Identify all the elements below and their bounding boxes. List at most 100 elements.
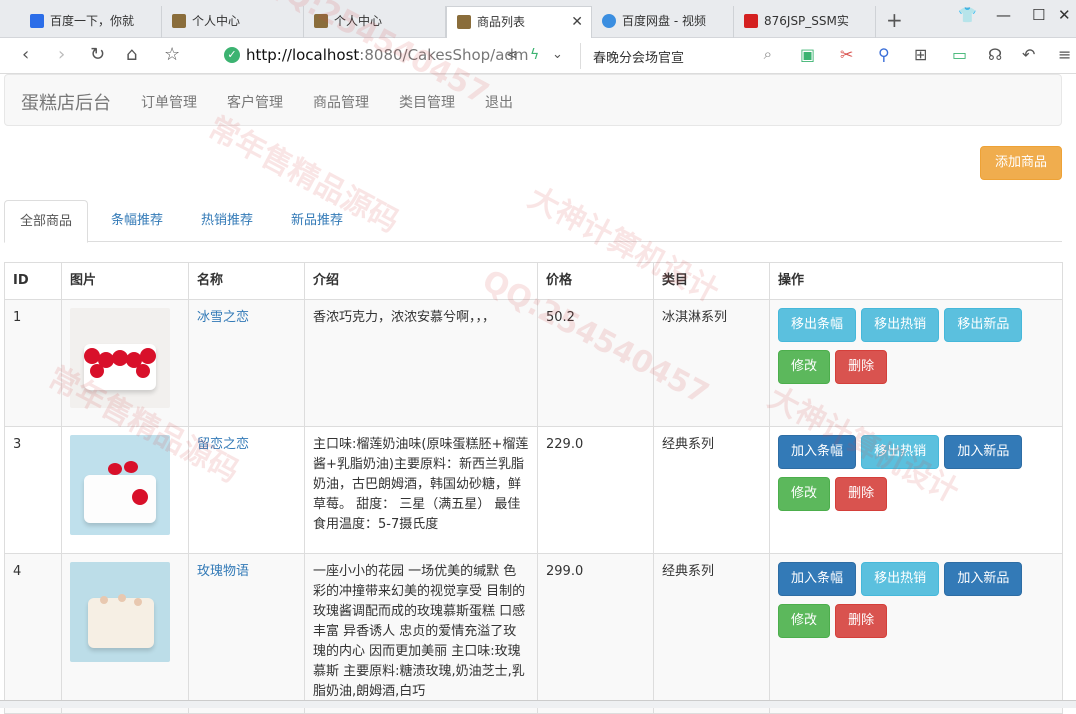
product-image[interactable]: [70, 435, 170, 535]
remove-hot-button[interactable]: 移出热销: [861, 562, 940, 596]
battery-icon[interactable]: ▭: [952, 45, 967, 64]
add-product-button[interactable]: 添加商品: [980, 146, 1062, 180]
delete-button[interactable]: 删除: [835, 604, 888, 638]
delete-button[interactable]: 删除: [835, 350, 888, 384]
skin-icon[interactable]: 👕: [958, 6, 977, 24]
admin-navbar: 蛋糕店后台 订单管理 客户管理 商品管理 类目管理 退出: [4, 74, 1062, 126]
cell-intro: 香浓巧克力，浓浓安慕兮啊，，，: [304, 299, 538, 427]
cell-name: 留恋之恋: [188, 426, 305, 554]
undo-icon[interactable]: ↶: [1022, 45, 1035, 64]
table-row: 4 玫瑰物语 一座小小的花园 一场优美的缄默 色彩的冲撞带来幻美的视觉享受 目制…: [4, 553, 1063, 714]
tab-title: 百度网盘 - 视频: [622, 14, 706, 28]
cell-image: [61, 299, 189, 427]
cell-image: [61, 553, 189, 714]
product-filter-tabs: 全部商品 条幅推荐 热销推荐 新品推荐: [4, 200, 1062, 243]
minimize-icon[interactable]: —: [996, 6, 1011, 24]
product-name-link[interactable]: 留恋之恋: [197, 437, 249, 452]
browser-tab-personal-center-2[interactable]: 个人中心: [304, 6, 446, 38]
close-tab-icon[interactable]: ✕: [571, 7, 583, 37]
search-box[interactable]: 春晚分会场官宣 ⌕: [580, 43, 780, 69]
cell-id: 4: [4, 553, 62, 714]
nav-logout[interactable]: 退出: [485, 92, 513, 112]
nav-customer-management[interactable]: 客户管理: [227, 92, 283, 112]
menu-icon[interactable]: ≡: [1058, 45, 1071, 64]
column-header-intro: 介绍: [304, 262, 538, 300]
cell-intro: 主口味:榴莲奶油味(原味蛋糕胚+榴莲酱+乳脂奶油)主要原料：新西兰乳脂奶油，古巴…: [304, 426, 538, 554]
back-icon[interactable]: ‹: [22, 44, 29, 66]
tab-title: 个人中心: [192, 14, 241, 28]
product-name-link[interactable]: 玫瑰物语: [197, 564, 249, 579]
nav-order-management[interactable]: 订单管理: [141, 92, 197, 112]
browser-tab-baidu[interactable]: 百度一下，你就: [20, 6, 162, 38]
product-name-link[interactable]: 冰雪之恋: [197, 310, 249, 325]
remove-hot-button[interactable]: 移出热销: [861, 435, 940, 469]
column-header-actions: 操作: [769, 262, 1063, 300]
column-header-id: ID: [4, 262, 62, 300]
lightning-icon[interactable]: ϟ: [530, 44, 539, 66]
tab-title: 876JSP_SSM实: [764, 14, 849, 28]
browser-tab-876jsp[interactable]: 876JSP_SSM实: [734, 6, 876, 38]
product-image[interactable]: [70, 308, 170, 408]
new-tab-button[interactable]: +: [886, 8, 903, 32]
cell-name: 冰雪之恋: [188, 299, 305, 427]
magnifier-icon[interactable]: ⚲: [878, 45, 890, 64]
search-icon[interactable]: ⌕: [764, 45, 772, 63]
remove-new-button[interactable]: 移出新品: [944, 308, 1023, 342]
baidu-icon: [30, 14, 44, 28]
page-icon: [457, 15, 471, 29]
column-header-image: 图片: [61, 262, 189, 300]
column-header-price: 价格: [537, 262, 654, 300]
browser-toolbar: ‹ › ↻ ⌂ ☆ ✓ http://localhost:8080/CakesS…: [0, 38, 1076, 74]
tab-hot-recommend[interactable]: 热销推荐: [186, 200, 268, 242]
cell-id: 1: [4, 299, 62, 427]
cell-price: 299.0: [537, 553, 654, 714]
edit-button[interactable]: 修改: [778, 350, 831, 384]
tab-new-recommend[interactable]: 新品推荐: [276, 200, 358, 242]
browser-tab-bar: 百度一下，你就 个人中心 个人中心 商品列表 ✕ 百度网盘 - 视频 876JS…: [0, 0, 1076, 39]
apps-icon[interactable]: ⊞: [914, 45, 927, 64]
home-icon[interactable]: ⌂: [126, 44, 137, 66]
remove-banner-button[interactable]: 移出条幅: [778, 308, 857, 342]
cell-intro: 一座小小的花园 一场优美的缄默 色彩的冲撞带来幻美的视觉享受 目制的玫瑰酱调配而…: [304, 553, 538, 714]
reload-icon[interactable]: ↻: [90, 44, 105, 66]
star-icon[interactable]: ☆: [164, 44, 180, 66]
tab-title: 商品列表: [477, 15, 526, 29]
browser-status-bar: [0, 700, 1076, 708]
chevron-down-icon[interactable]: ⌄: [552, 44, 563, 66]
cell-price: 229.0: [537, 426, 654, 554]
product-table: ID 图片 名称 介绍 价格 类目 操作 1 冰雪之恋 香浓巧克力，浓浓安慕兮啊…: [4, 262, 1063, 714]
tab-all-products[interactable]: 全部商品: [4, 200, 89, 243]
cell-id: 3: [4, 426, 62, 554]
headphones-icon[interactable]: ☊: [988, 45, 1002, 64]
cell-image: [61, 426, 189, 554]
browser-tab-personal-center-1[interactable]: 个人中心: [162, 6, 304, 38]
browser-tab-product-list[interactable]: 商品列表 ✕: [446, 6, 592, 39]
edit-button[interactable]: 修改: [778, 604, 831, 638]
remove-hot-button[interactable]: 移出热销: [861, 308, 940, 342]
page-icon: [314, 14, 328, 28]
delete-button[interactable]: 删除: [835, 477, 888, 511]
brand-title[interactable]: 蛋糕店后台: [21, 89, 111, 115]
add-new-button[interactable]: 加入新品: [944, 562, 1023, 596]
product-image[interactable]: [70, 562, 170, 662]
address-bar[interactable]: ✓ http://localhost:8080/CakesShop/adm: [220, 43, 574, 69]
tab-banner-recommend[interactable]: 条幅推荐: [96, 200, 178, 242]
maximize-icon[interactable]: ☐: [1032, 6, 1045, 24]
translate-icon[interactable]: ▣: [800, 45, 815, 64]
add-banner-button[interactable]: 加入条幅: [778, 435, 857, 469]
nav-product-management[interactable]: 商品管理: [313, 92, 369, 112]
cell-actions: 加入条幅 移出热销 加入新品 修改 删除: [769, 553, 1063, 714]
scissors-icon[interactable]: ✂: [840, 45, 853, 64]
nav-category-management[interactable]: 类目管理: [399, 92, 455, 112]
cell-price: 50.2: [537, 299, 654, 427]
page-icon: [172, 14, 186, 28]
edit-button[interactable]: 修改: [778, 477, 831, 511]
url-text: http://localhost:8080/CakesShop/adm: [246, 46, 529, 64]
close-window-icon[interactable]: ✕: [1058, 6, 1071, 24]
add-banner-button[interactable]: 加入条幅: [778, 562, 857, 596]
table-row: 1 冰雪之恋 香浓巧克力，浓浓安慕兮啊，，， 50.2 冰淇淋系列 移出条幅 移…: [4, 299, 1063, 427]
browser-tab-baidu-pan[interactable]: 百度网盘 - 视频: [592, 6, 734, 38]
share-icon[interactable]: ⋖: [506, 44, 518, 66]
forward-icon[interactable]: ›: [58, 44, 65, 66]
add-new-button[interactable]: 加入新品: [944, 435, 1023, 469]
